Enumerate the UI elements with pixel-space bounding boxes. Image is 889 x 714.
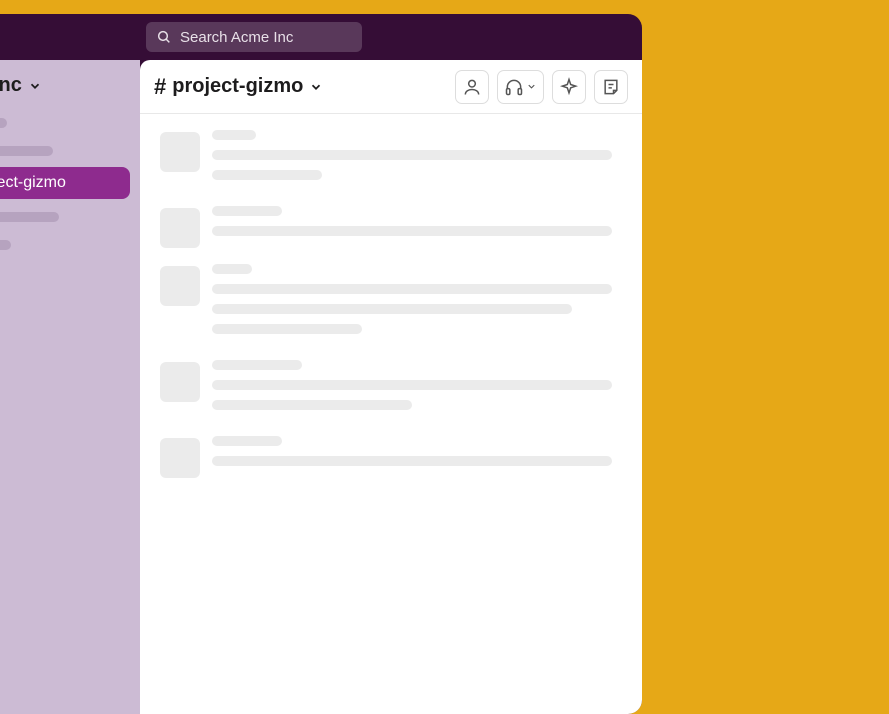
body-row: Inc ject-gizmo # project-gizmo: [0, 60, 642, 714]
app-window: Search Acme Inc Inc ject-gizmo: [0, 14, 642, 714]
avatar-skeleton: [160, 438, 200, 478]
note-icon: [601, 77, 621, 97]
sidebar-skeleton: [0, 212, 59, 222]
message-skeleton: [160, 194, 628, 252]
avatar-skeleton: [160, 208, 200, 248]
sidebar-item-label: ject-gizmo: [0, 174, 66, 192]
channel-header: # project-gizmo: [140, 60, 642, 114]
channel-title-button[interactable]: # project-gizmo: [154, 74, 323, 100]
headphones-icon: [504, 77, 524, 97]
message-skeleton: [160, 118, 628, 194]
avatar-skeleton: [160, 266, 200, 306]
sidebar: Inc ject-gizmo: [0, 60, 140, 714]
avatar-skeleton: [160, 132, 200, 172]
search-input[interactable]: Search Acme Inc: [146, 22, 362, 52]
sidebar-skeleton: [0, 118, 7, 128]
chevron-down-icon: [28, 79, 42, 93]
person-icon: [462, 77, 482, 97]
topbar: Search Acme Inc: [0, 14, 642, 60]
channel-name: project-gizmo: [172, 75, 303, 98]
workspace-switcher[interactable]: Inc: [0, 74, 140, 111]
sidebar-skeleton: [0, 240, 11, 250]
ai-button[interactable]: [552, 70, 586, 104]
huddle-button[interactable]: [497, 70, 544, 104]
main-pane: # project-gizmo: [140, 60, 642, 714]
search-placeholder: Search Acme Inc: [180, 29, 293, 46]
message-skeleton: [160, 348, 628, 424]
chevron-down-icon: [526, 81, 537, 92]
sparkle-icon: [559, 77, 579, 97]
message-skeleton: [160, 424, 628, 482]
workspace-name: Inc: [0, 74, 22, 97]
members-button[interactable]: [455, 70, 489, 104]
message-list: [140, 114, 642, 714]
chevron-down-icon: [309, 80, 323, 94]
message-skeleton: [160, 252, 628, 348]
sidebar-item-project-gizmo[interactable]: ject-gizmo: [0, 167, 130, 199]
sidebar-skeleton: [0, 146, 53, 156]
hash-icon: #: [154, 74, 166, 100]
canvas-button[interactable]: [594, 70, 628, 104]
avatar-skeleton: [160, 362, 200, 402]
search-icon: [156, 29, 172, 45]
